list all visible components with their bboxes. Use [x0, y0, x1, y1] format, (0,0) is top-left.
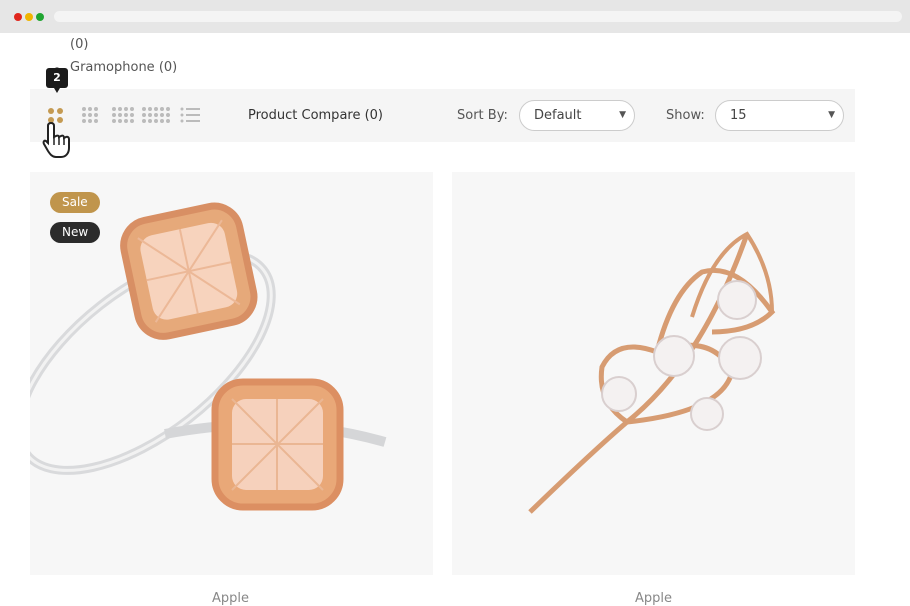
show-label: Show:	[666, 108, 705, 123]
browser-bar	[0, 0, 910, 33]
product-card[interactable]	[452, 172, 855, 575]
sort-by-value: Default	[534, 108, 582, 123]
grid-4-icon[interactable]	[112, 107, 134, 123]
product-compare-link[interactable]: Product Compare (0)	[248, 108, 383, 123]
show-count-select[interactable]: 15 ▼	[715, 100, 844, 131]
view-tooltip: 2	[46, 68, 68, 93]
address-bar[interactable]	[54, 11, 902, 22]
product-brand[interactable]: Apple	[635, 591, 672, 606]
product-image-brooch[interactable]	[452, 172, 855, 575]
dropdown-arrow-icon: ▼	[619, 110, 626, 120]
product-image-ring[interactable]	[30, 172, 433, 575]
sort-by-label: Sort By:	[457, 108, 508, 123]
sort-by-select[interactable]: Default ▼	[519, 100, 635, 131]
dropdown-arrow-icon: ▼	[828, 110, 835, 120]
grid-5-icon[interactable]	[142, 107, 170, 123]
product-card[interactable]: Sale New	[30, 172, 433, 575]
grid-3-icon[interactable]	[82, 107, 98, 123]
product-brand[interactable]: Apple	[212, 591, 249, 606]
show-count-value: 15	[730, 108, 747, 123]
category-link-gramophone[interactable]: Gramophone (0)	[70, 60, 177, 75]
category-link[interactable]: (0)	[70, 37, 88, 52]
list-icon[interactable]	[180, 107, 200, 123]
close-window-icon[interactable]	[14, 13, 22, 21]
maximize-window-icon[interactable]	[36, 13, 44, 21]
minimize-window-icon[interactable]	[25, 13, 33, 21]
hand-pointer-icon	[42, 121, 70, 158]
